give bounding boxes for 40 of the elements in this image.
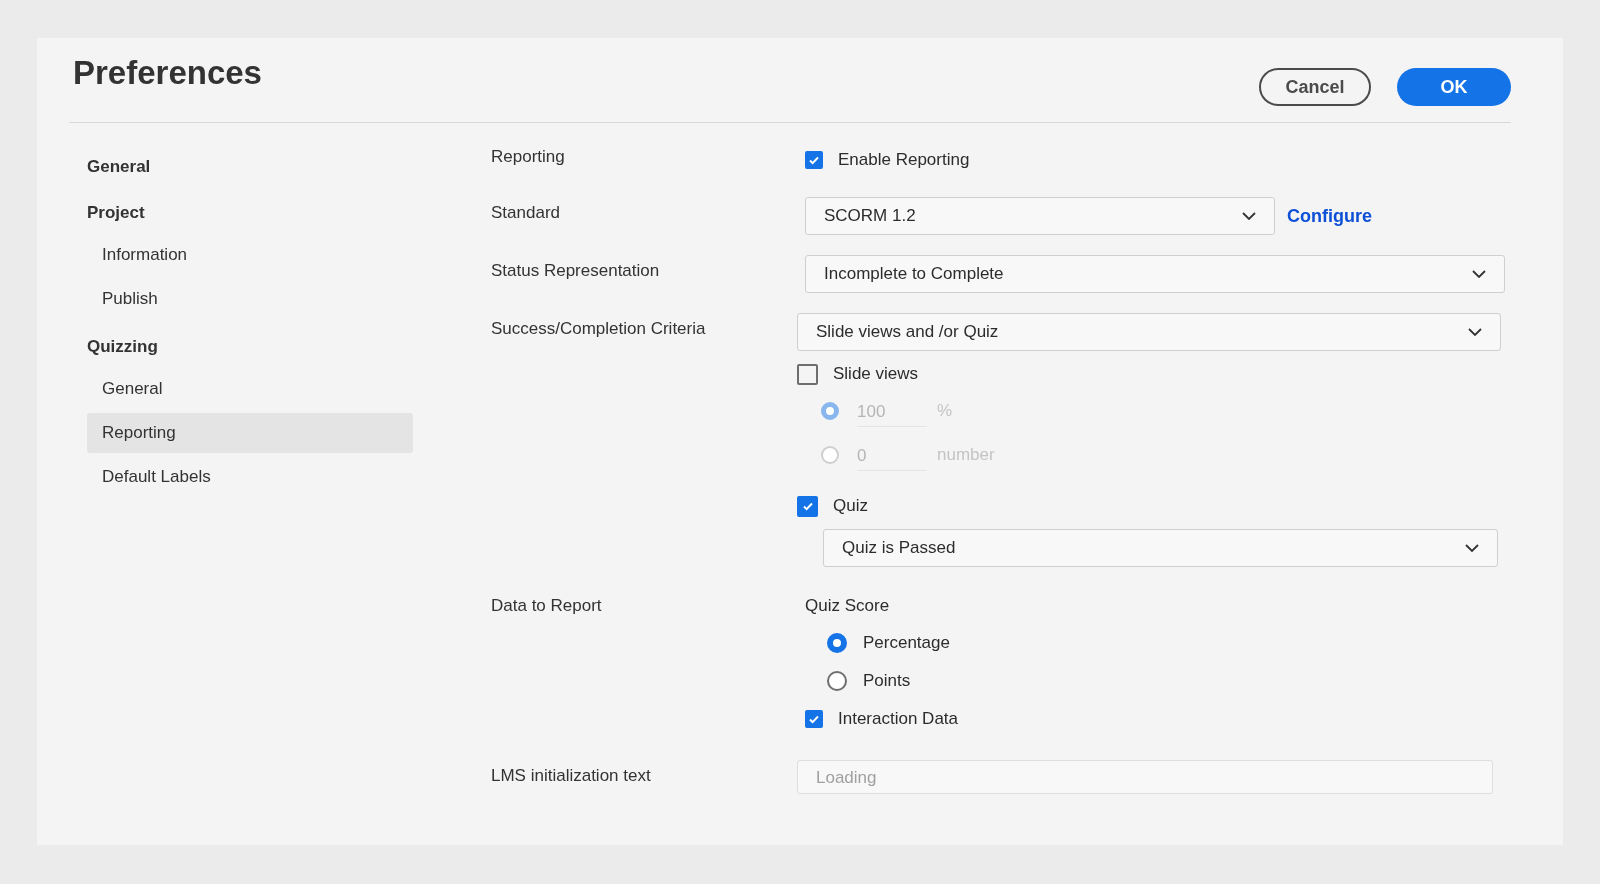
checkbox-label: Interaction Data <box>838 709 958 729</box>
checkbox-label: Enable Reporting <box>838 150 970 170</box>
setting-label: Status Representation <box>491 261 660 280</box>
setting-label: LMS initialization text <box>491 766 651 785</box>
sidebar-category[interactable]: General <box>87 147 413 187</box>
checkbox-label: Quiz <box>833 496 868 516</box>
radio-label: Points <box>863 671 911 691</box>
chevron-down-icon <box>1468 328 1482 336</box>
checkbox[interactable] <box>805 710 823 728</box>
checkbox[interactable] <box>797 363 818 385</box>
setting-label: Reporting <box>491 147 565 166</box>
checkbox[interactable] <box>797 495 818 517</box>
radio-button[interactable] <box>827 633 847 653</box>
setting-label: Success/Completion Criteria <box>491 319 706 338</box>
sidebar-category[interactable]: Project <box>87 193 413 233</box>
dropdown[interactable]: Incomplete to Complete <box>805 255 1505 293</box>
chevron-down-icon <box>1242 212 1256 220</box>
radio-label: Percentage <box>863 633 950 653</box>
setting-label: Standard <box>491 203 560 222</box>
setting-label: Data to Report <box>491 596 602 615</box>
sidebar-category[interactable]: Quizzing <box>87 327 413 367</box>
dropdown[interactable]: Quiz is Passed <box>823 529 1498 567</box>
dropdown[interactable]: Slide views and /or Quiz <box>797 313 1501 351</box>
cancel-button[interactable]: Cancel <box>1259 68 1371 106</box>
sidebar-item[interactable]: General <box>87 369 413 409</box>
ok-button[interactable]: OK <box>1397 68 1511 106</box>
sidebar-item[interactable]: Default Labels <box>87 457 413 497</box>
chevron-down-icon <box>1472 270 1486 278</box>
dropdown[interactable]: SCORM 1.2 <box>805 197 1275 235</box>
checkbox-label: Slide views <box>833 364 919 384</box>
configure-link[interactable]: Configure <box>1287 205 1372 227</box>
radio-button[interactable] <box>827 671 847 691</box>
sidebar-item[interactable]: Reporting <box>87 413 413 453</box>
chevron-down-icon <box>1465 544 1479 552</box>
checkbox[interactable] <box>805 151 823 169</box>
sidebar-item[interactable]: Publish <box>87 279 413 319</box>
window-title: Preferences <box>73 54 262 92</box>
sidebar-item[interactable]: Information <box>87 235 413 275</box>
unit-label: % <box>937 401 953 421</box>
section-heading: Quiz Score <box>805 596 890 616</box>
